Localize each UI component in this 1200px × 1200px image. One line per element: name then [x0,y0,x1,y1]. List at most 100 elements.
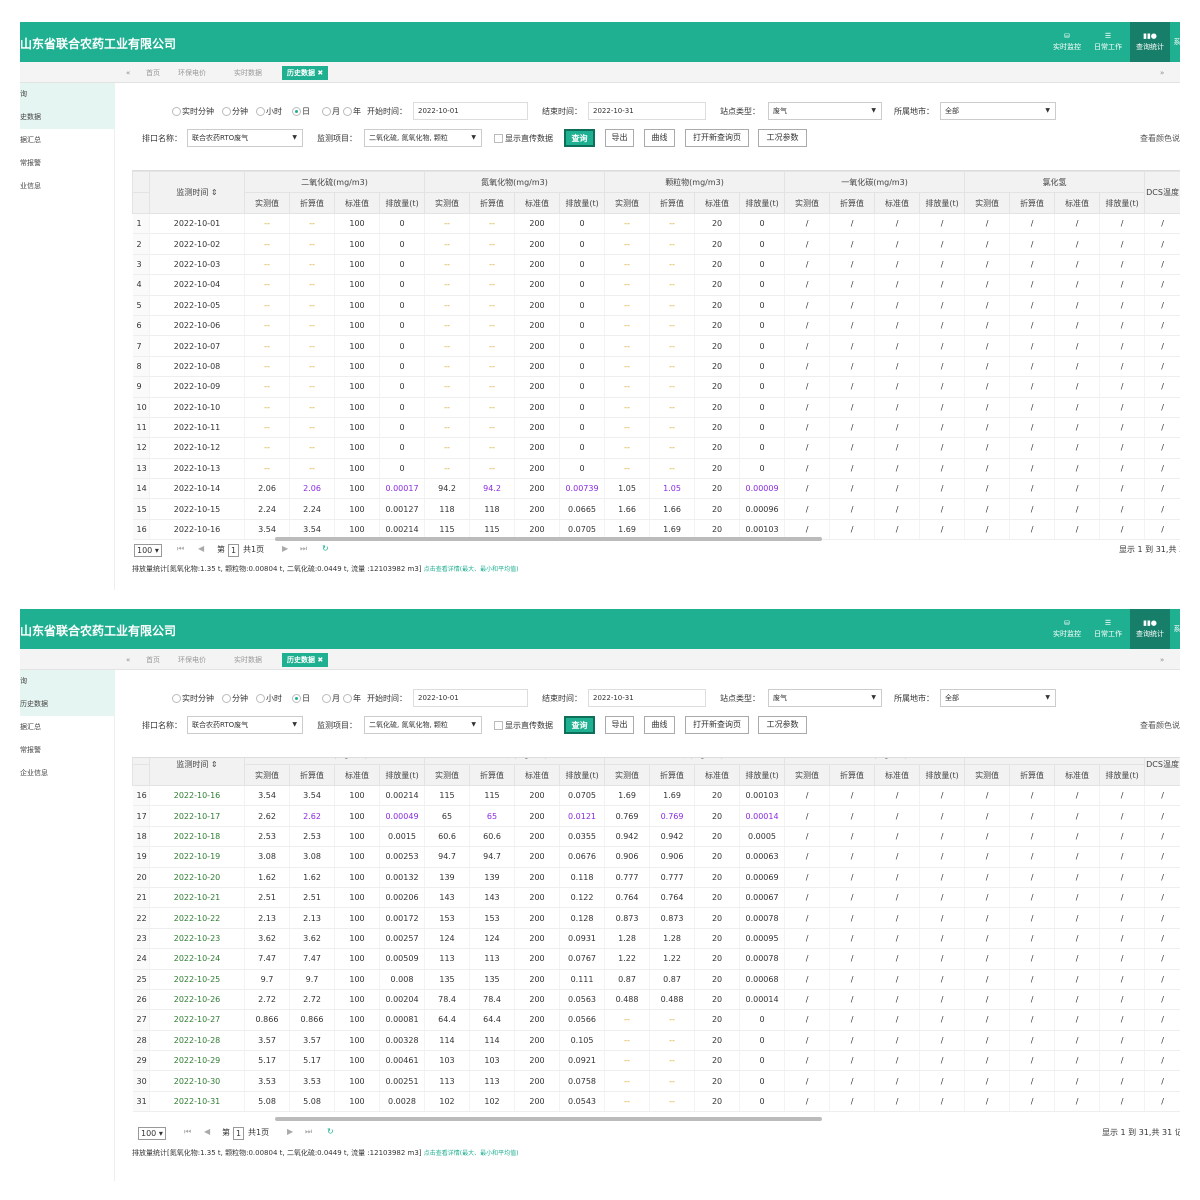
start-time-input[interactable]: 2022-10-01 [413,689,528,707]
page-size-select[interactable]: 100 ▾ [138,1127,166,1140]
table-row[interactable]: 15 2022-10-15 2.24 2.24 100 0.00127 118 118 200 0… [132,498,1180,520]
radio-minute[interactable]: 分钟 [222,106,248,117]
table-row[interactable]: 20 2022-10-20 1.62 1.62 100 0.00132 139 139 200 0… [132,867,1180,888]
page-number-input[interactable]: 1 [233,1127,245,1140]
sidebar-item-2[interactable]: 常报警 [20,739,115,762]
query-button[interactable]: 查询 [564,716,595,734]
col-header-time[interactable]: 监测时间 ⇕ [149,758,245,786]
prev-page-icon[interactable]: ◀ [198,544,204,553]
sidebar-item-0[interactable]: 史数据 [20,106,115,129]
table-row[interactable]: 19 2022-10-19 3.08 3.08 100 0.00253 94.7 94.7 20… [132,846,1180,868]
radio-day[interactable]: 日 [292,106,310,117]
next-page-icon[interactable]: ▶ [282,544,288,553]
sidebar-item-3[interactable]: 业信息 [20,175,115,198]
outlet-select[interactable]: 联合农药RTO废气 ▼ [187,716,303,734]
table-row[interactable]: 31 2022-10-31 5.08 5.08 100 0.0028 102 102 200 0.… [132,1091,1180,1113]
table-row[interactable]: 10 2022-10-10 -- -- 100 0 -- -- 200 0 -- -- 20 0// / / /… [132,397,1180,418]
monitor-item-select[interactable]: 二氧化硫, 氮氧化物, 颗粒 ▼ [364,129,482,147]
table-row[interactable]: 2 2022-10-02 -- -- 100 0 -- -- 200 0 -- -- 20 0// / / / /… [132,233,1180,255]
table-row[interactable]: 1 2022-10-01 -- -- 100 0 -- -- 200 0 -- -- 20 0// / / / /… [132,213,1180,235]
sidebar-item-3[interactable]: 企业信息 [20,762,115,785]
table-row[interactable]: 26 2022-10-26 2.72 2.72 100 0.00204 78.4 78.4 20… [132,989,1180,1011]
stats-detail-link[interactable]: 点击查看详情(最大、最小和平均值) [424,1150,519,1157]
table-row[interactable]: 22 2022-10-22 2.13 2.13 100 0.00172 153 153 200 0… [132,907,1180,929]
prev-page-icon[interactable]: ◀ [204,1127,210,1136]
curve-button[interactable]: 曲线 [644,129,675,147]
table-row[interactable]: 4 2022-10-04 -- -- 100 0 -- -- 200 0 -- -- 20 0// / / / /… [132,274,1180,296]
radio-hour[interactable]: 小时 [256,693,282,704]
tab-env-price[interactable]: 环保电价 [178,653,206,667]
table-row[interactable]: 5 2022-10-05 -- -- 100 0 -- -- 200 0 -- -- 20 0// / / / /… [132,295,1180,316]
horizontal-scrollbar[interactable] [275,1117,822,1121]
nav-daily-work[interactable]: ☰ 日常工作 [1088,609,1128,649]
curve-button[interactable]: 曲线 [644,716,675,734]
tab-realtime-data[interactable]: 实时数据 [234,653,262,667]
table-row[interactable]: 3 2022-10-03 -- -- 100 0 -- -- 200 0 -- -- 20 0// / / / /… [132,254,1180,276]
table-row[interactable]: 30 2022-10-30 3.53 3.53 100 0.00251 113 113 200 0… [132,1070,1180,1092]
condition-params-button[interactable]: 工况参数 [758,129,807,147]
start-time-input[interactable]: 2022-10-01 [413,102,528,120]
horizontal-scrollbar[interactable] [275,537,822,541]
table-row[interactable]: 18 2022-10-18 2.53 2.53 100 0.0015 60.6 60.6 200… [132,826,1180,848]
nav-query-stats[interactable]: ▮▮● 查询统计 [1130,609,1170,649]
table-row[interactable]: 16 2022-10-16 3.54 3.54 100 0.00214 115 115 200 0… [132,785,1180,807]
city-select[interactable]: 全部 ▼ [940,689,1056,707]
last-page-icon[interactable]: ⏭ [305,1127,312,1137]
query-button[interactable]: 查询 [564,129,595,147]
refresh-icon[interactable]: ↻ [322,544,329,553]
export-button[interactable]: 导出 [605,129,634,147]
col-header-time[interactable]: 监测时间 ⇕ [149,171,245,214]
radio-minute[interactable]: 分钟 [222,693,248,704]
table-row[interactable]: 25 2022-10-25 9.7 9.7 100 0.008 135 135 200 0.111… [132,969,1180,990]
site-type-select[interactable]: 废气 ▼ [768,689,882,707]
nav-system[interactable]: 系 [1172,22,1181,62]
page-number-input[interactable]: 1 [228,544,240,557]
color-legend-link[interactable]: 查看颜色说 [1140,133,1180,144]
open-new-query-button[interactable]: 打开新查询页 [685,129,749,147]
table-row[interactable]: 14 2022-10-14 2.06 2.06 100 0.00017 94.2 94.2 20… [132,478,1180,500]
radio-year[interactable]: 年 [343,693,361,704]
color-legend-link[interactable]: 查看颜色说 [1140,720,1180,731]
table-row[interactable]: 6 2022-10-06 -- -- 100 0 -- -- 200 0 -- -- 20 0// / / / /… [132,315,1180,337]
radio-month[interactable]: 月 [322,693,340,704]
table-row[interactable]: 7 2022-10-07 -- -- 100 0 -- -- 200 0 -- -- 20 0// / / / /… [132,335,1180,357]
radio-day[interactable]: 日 [292,693,310,704]
nav-realtime-monitor[interactable]: ⛁ 实时监控 [1047,609,1087,649]
last-page-icon[interactable]: ⏭ [300,544,307,554]
sidebar-item-1[interactable]: 据汇总 [20,716,115,739]
tab-history-data[interactable]: 历史数据 ✖ [282,66,329,80]
stats-detail-link[interactable]: 点击查看详情(最大、最小和平均值) [424,566,519,573]
show-flow-checkbox[interactable]: 显示直传数据 [494,133,553,144]
table-row[interactable]: 17 2022-10-17 2.62 2.62 100 0.00049 65 65 200 0.0… [132,805,1180,827]
nav-query-stats[interactable]: ▮▮● 查询统计 [1130,22,1170,62]
tabs-prev-icon[interactable]: « [126,653,130,667]
next-page-icon[interactable]: ▶ [287,1127,293,1136]
refresh-icon[interactable]: ↻ [327,1127,334,1136]
tab-history-data[interactable]: 历史数据 ✖ [282,653,329,667]
radio-realtime-minute[interactable]: 实时分钟 [172,106,214,117]
table-row[interactable]: 12 2022-10-12 -- -- 100 0 -- -- 200 0 -- -- 20 0// / / /… [132,437,1180,459]
tabs-next-icon[interactable]: » [1160,653,1164,667]
condition-params-button[interactable]: 工况参数 [758,716,807,734]
first-page-icon[interactable]: ⏮ [184,1127,191,1137]
table-row[interactable]: 11 2022-10-11 -- -- 100 0 -- -- 200 0 -- -- 20 0// / / /… [132,417,1180,439]
end-time-input[interactable]: 2022-10-31 [588,689,706,707]
table-row[interactable]: 27 2022-10-27 0.866 0.866 100 0.00081 64.4 64.4… [132,1009,1180,1031]
export-button[interactable]: 导出 [605,716,634,734]
table-row[interactable]: 9 2022-10-09 -- -- 100 0 -- -- 200 0 -- -- 20 0// / / / /… [132,376,1180,398]
open-new-query-button[interactable]: 打开新查询页 [685,716,749,734]
sidebar-item-2[interactable]: 常报警 [20,152,115,175]
site-type-select[interactable]: 废气 ▼ [768,102,882,120]
nav-realtime-monitor[interactable]: ⛁ 实时监控 [1047,22,1087,62]
table-row[interactable]: 29 2022-10-29 5.17 5.17 100 0.00461 103 103 200 0… [132,1050,1180,1072]
table-row[interactable]: 23 2022-10-23 3.62 3.62 100 0.00257 124 124 200 0… [132,928,1180,950]
city-select[interactable]: 全部 ▼ [940,102,1056,120]
nav-daily-work[interactable]: ☰ 日常工作 [1088,22,1128,62]
sidebar-item-0[interactable]: 历史数据 [20,693,115,716]
first-page-icon[interactable]: ⏮ [177,544,184,554]
radio-year[interactable]: 年 [343,106,361,117]
table-row[interactable]: 8 2022-10-08 -- -- 100 0 -- -- 200 0 -- -- 20 0// / / / /… [132,356,1180,378]
show-flow-checkbox[interactable]: 显示直传数据 [494,720,553,731]
radio-hour[interactable]: 小时 [256,106,282,117]
tabs-prev-icon[interactable]: « [126,66,130,80]
